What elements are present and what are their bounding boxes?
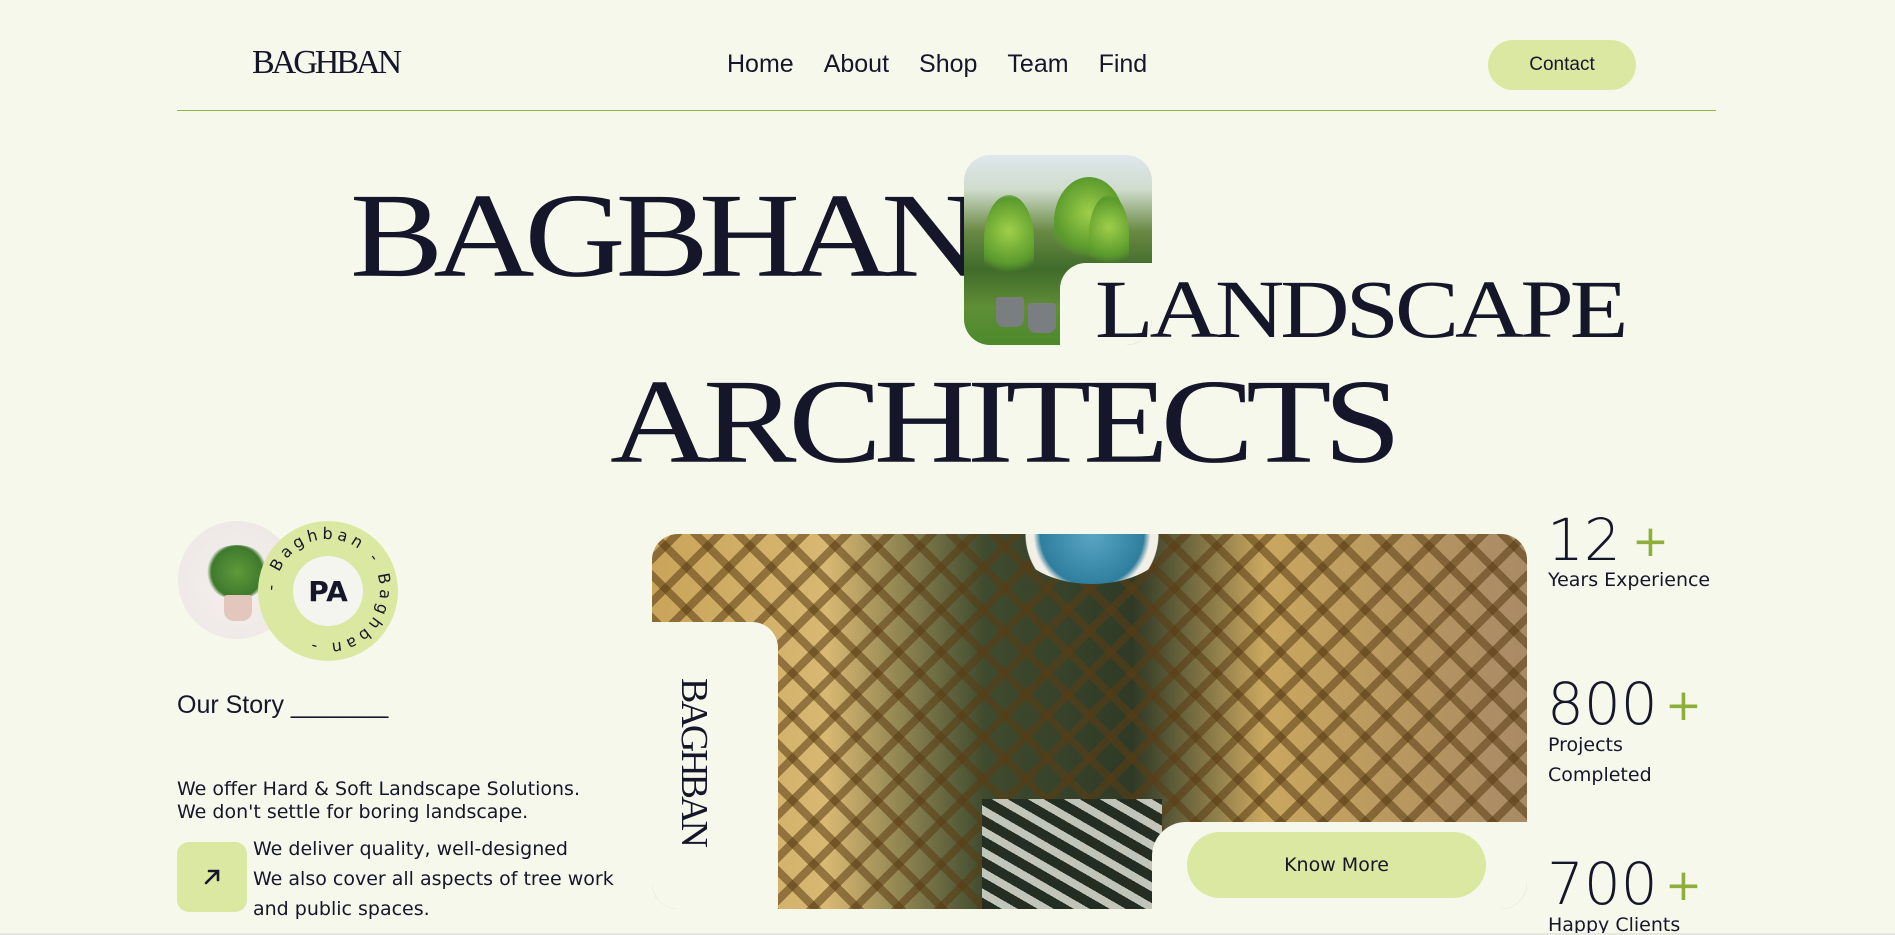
nav-find[interactable]: Find: [1099, 50, 1148, 79]
stat-projects-label-1: Projects: [1548, 734, 1623, 756]
stat-projects-value: 800: [1547, 670, 1658, 738]
header-divider: [177, 110, 1716, 111]
vertical-brand-logo: BAGHBAN: [673, 678, 715, 845]
stat-projects-plus: +: [1665, 680, 1702, 731]
hero-title-landscape: LANDSCAPE: [1095, 262, 1628, 355]
stat-clients-value: 700: [1547, 850, 1658, 918]
story-line-1: We offer Hard & Soft Landscape Solutions…: [177, 778, 580, 800]
hero-title-bagbhan: BAGBHAN: [350, 169, 982, 303]
brand-badge: - Baghban - Baghban - PA: [258, 521, 398, 661]
main-nav: Home About Shop Team Find: [727, 50, 1147, 79]
nav-team[interactable]: Team: [1007, 50, 1068, 79]
story-line-5: and public spaces.: [253, 898, 430, 920]
story-line-2: We don't settle for boring landscape.: [177, 801, 529, 823]
nav-about[interactable]: About: [824, 50, 889, 79]
stat-years-label: Years Experience: [1548, 569, 1711, 591]
badge-monogram: PA: [293, 556, 363, 626]
stat-years-plus: +: [1632, 516, 1669, 567]
nav-home[interactable]: Home: [727, 50, 794, 79]
story-line-4: We also cover all aspects of tree work: [253, 868, 614, 890]
stat-projects-label-2: Completed: [1548, 764, 1652, 786]
our-story-heading: Our Story _______: [177, 691, 389, 719]
arrow-up-right-icon: [204, 869, 220, 885]
brand-logo[interactable]: BAGHBAN: [252, 44, 402, 82]
stat-years-value: 12: [1547, 506, 1621, 574]
contact-button[interactable]: Contact: [1488, 40, 1636, 90]
monogram-text: PA: [308, 574, 348, 608]
stat-clients-plus: +: [1665, 860, 1702, 911]
hero-title-architects: ARCHITECTS: [610, 355, 1401, 489]
story-line-3: We deliver quality, well-designed: [253, 838, 568, 860]
nav-shop[interactable]: Shop: [919, 50, 977, 79]
stat-clients-label: Happy Clients: [1548, 914, 1681, 935]
story-arrow-button[interactable]: [177, 842, 247, 912]
know-more-button[interactable]: Know More: [1187, 832, 1486, 898]
